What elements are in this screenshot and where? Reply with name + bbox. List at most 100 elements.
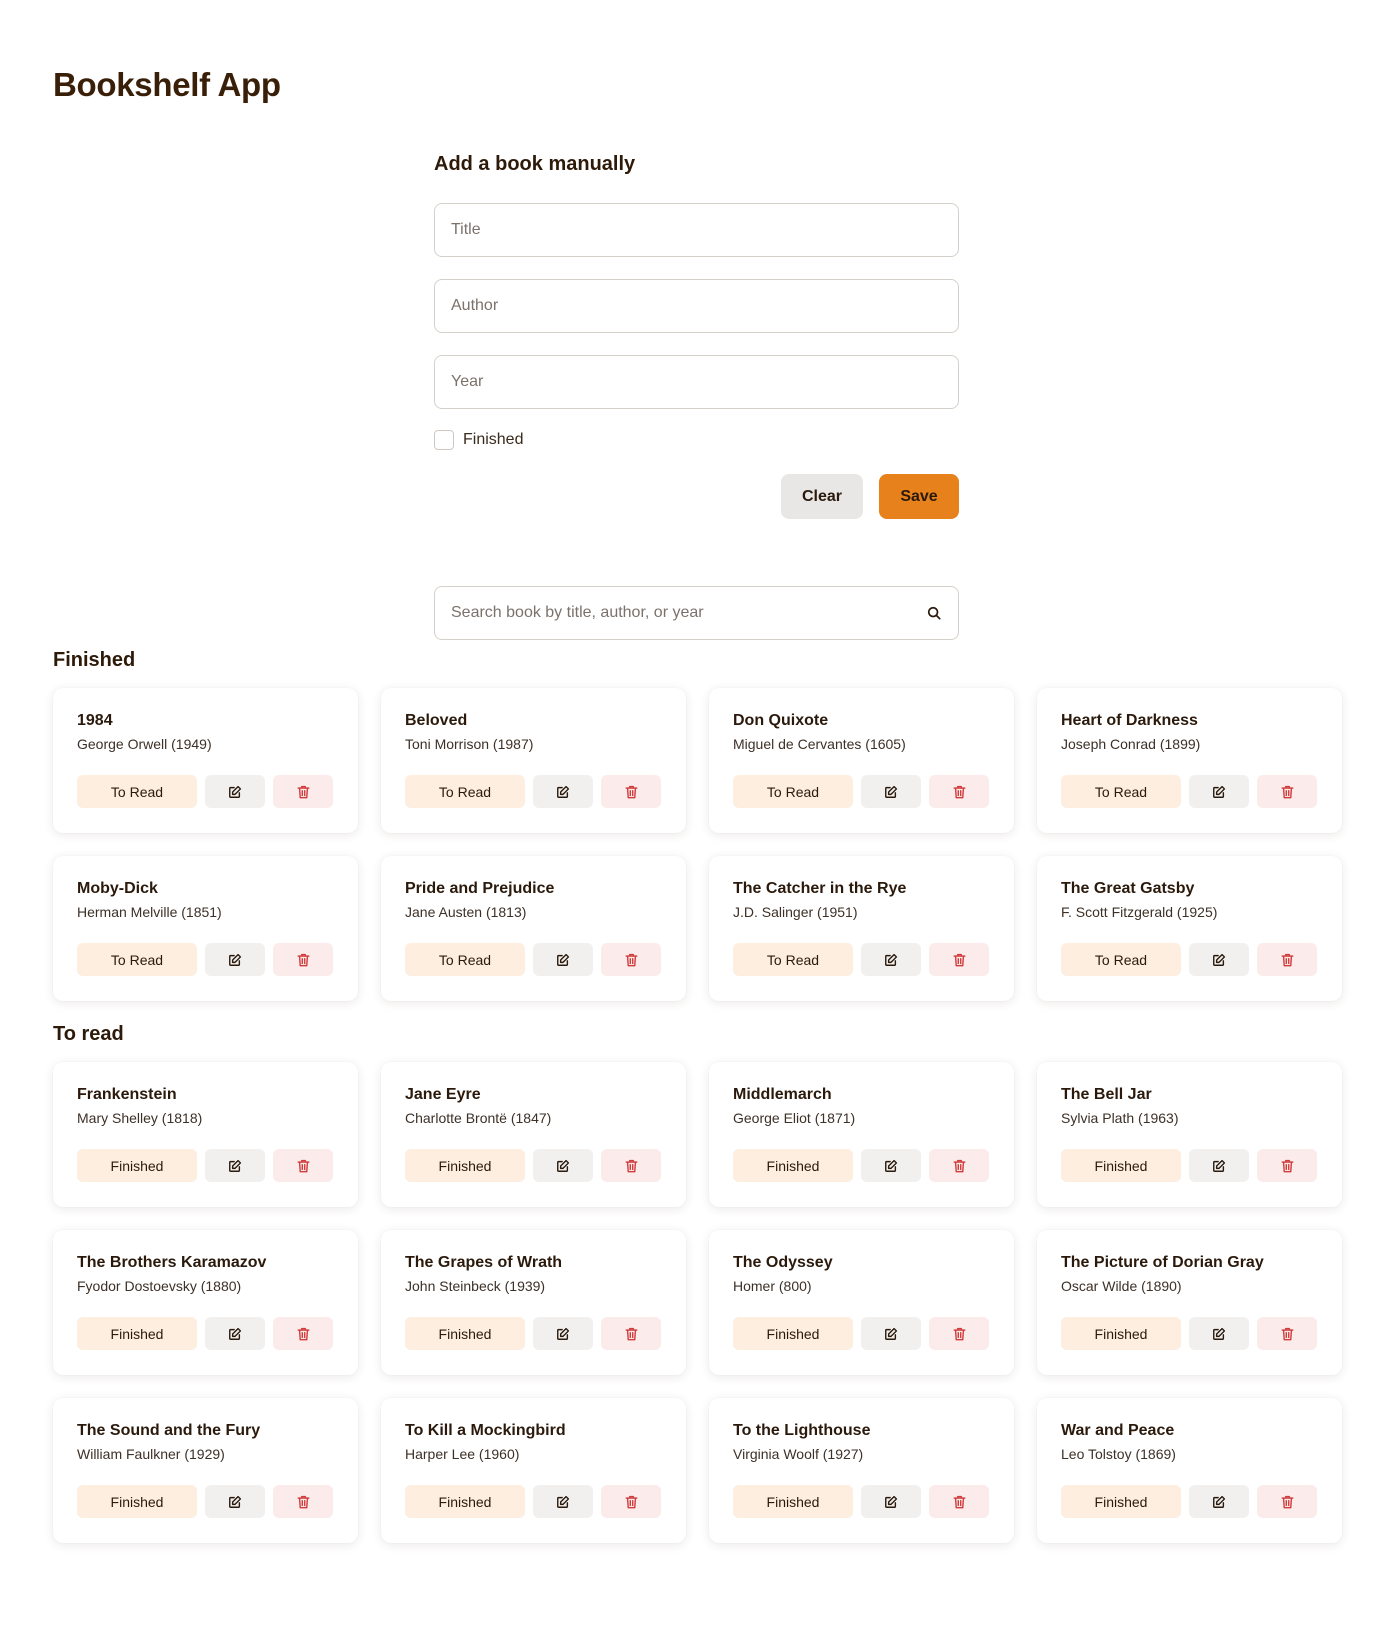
book-meta: F. Scott Fitzgerald (1925): [1061, 904, 1218, 920]
move-status-button[interactable]: Finished: [733, 1317, 853, 1350]
delete-button[interactable]: [1257, 1485, 1317, 1518]
move-status-button[interactable]: To Read: [733, 775, 853, 808]
edit-button[interactable]: [205, 943, 265, 976]
move-status-button[interactable]: Finished: [733, 1149, 853, 1182]
book-actions: Finished: [1061, 1317, 1317, 1350]
edit-button[interactable]: [1189, 1485, 1249, 1518]
edit-button[interactable]: [205, 1485, 265, 1518]
move-status-button[interactable]: To Read: [733, 943, 853, 976]
delete-button[interactable]: [1257, 1149, 1317, 1182]
move-status-button[interactable]: Finished: [1061, 1485, 1181, 1518]
book-meta: Herman Melville (1851): [77, 904, 222, 920]
move-status-button[interactable]: Finished: [733, 1485, 853, 1518]
delete-button[interactable]: [1257, 943, 1317, 976]
book-card: To Kill a Mockingbird Harper Lee (1960) …: [381, 1398, 686, 1543]
delete-button[interactable]: [601, 1149, 661, 1182]
edit-button[interactable]: [533, 943, 593, 976]
finished-checkbox[interactable]: [434, 430, 454, 450]
move-status-button[interactable]: Finished: [405, 1485, 525, 1518]
book-actions: Finished: [405, 1149, 661, 1182]
edit-button[interactable]: [533, 1317, 593, 1350]
trash-icon: [297, 1327, 309, 1340]
book-card: The Catcher in the Rye J.D. Salinger (19…: [709, 856, 1014, 1001]
edit-button[interactable]: [1189, 775, 1249, 808]
edit-icon: [1213, 785, 1226, 798]
move-status-button[interactable]: Finished: [77, 1317, 197, 1350]
edit-button[interactable]: [861, 775, 921, 808]
clear-button[interactable]: Clear: [781, 474, 863, 519]
book-title: The Bell Jar: [1061, 1086, 1152, 1103]
search-bar[interactable]: [434, 586, 959, 640]
edit-button[interactable]: [1189, 1317, 1249, 1350]
edit-button[interactable]: [861, 1485, 921, 1518]
delete-button[interactable]: [601, 1317, 661, 1350]
move-status-button[interactable]: To Read: [1061, 943, 1181, 976]
edit-button[interactable]: [533, 1485, 593, 1518]
book-title: The Picture of Dorian Gray: [1061, 1254, 1264, 1271]
move-status-button[interactable]: Finished: [1061, 1317, 1181, 1350]
move-status-button[interactable]: Finished: [1061, 1149, 1181, 1182]
book-actions: Finished: [77, 1149, 333, 1182]
delete-button[interactable]: [273, 1149, 333, 1182]
save-button[interactable]: Save: [879, 474, 959, 519]
delete-button[interactable]: [273, 775, 333, 808]
edit-button[interactable]: [533, 1149, 593, 1182]
finished-checkbox-row[interactable]: Finished: [434, 429, 959, 451]
delete-button[interactable]: [1257, 775, 1317, 808]
delete-button[interactable]: [929, 775, 989, 808]
delete-button[interactable]: [273, 943, 333, 976]
search-icon[interactable]: [926, 605, 942, 621]
delete-button[interactable]: [273, 1317, 333, 1350]
year-field[interactable]: [434, 355, 959, 409]
search-input[interactable]: [451, 604, 926, 622]
title-input[interactable]: [451, 221, 958, 239]
move-status-button[interactable]: Finished: [405, 1317, 525, 1350]
author-field[interactable]: [434, 279, 959, 333]
book-title: Beloved: [405, 712, 468, 729]
edit-button[interactable]: [861, 1149, 921, 1182]
book-title: 1984: [77, 712, 113, 729]
delete-button[interactable]: [1257, 1317, 1317, 1350]
move-status-button[interactable]: To Read: [77, 943, 197, 976]
delete-button[interactable]: [929, 1149, 989, 1182]
edit-button[interactable]: [533, 775, 593, 808]
move-status-button[interactable]: Finished: [77, 1485, 197, 1518]
year-input[interactable]: [451, 373, 958, 391]
delete-button[interactable]: [601, 775, 661, 808]
book-meta: Homer (800): [733, 1278, 812, 1294]
app-title: Bookshelf App: [53, 66, 281, 103]
move-status-button[interactable]: To Read: [1061, 775, 1181, 808]
delete-button[interactable]: [601, 943, 661, 976]
trash-icon: [1281, 1159, 1293, 1172]
book-card: Moby-Dick Herman Melville (1851) To Read: [53, 856, 358, 1001]
book-title: Middlemarch: [733, 1086, 832, 1103]
edit-button[interactable]: [205, 775, 265, 808]
book-meta: Miguel de Cervantes (1605): [733, 736, 906, 752]
book-meta: Sylvia Plath (1963): [1061, 1110, 1179, 1126]
edit-button[interactable]: [205, 1149, 265, 1182]
title-field[interactable]: [434, 203, 959, 257]
edit-icon: [557, 1327, 570, 1340]
move-status-button[interactable]: To Read: [77, 775, 197, 808]
book-title: The Brothers Karamazov: [77, 1254, 267, 1271]
author-input[interactable]: [451, 297, 958, 315]
edit-button[interactable]: [861, 1317, 921, 1350]
delete-button[interactable]: [273, 1485, 333, 1518]
delete-button[interactable]: [929, 943, 989, 976]
book-card: Heart of Darkness Joseph Conrad (1899) T…: [1037, 688, 1342, 833]
delete-button[interactable]: [929, 1485, 989, 1518]
trash-icon: [625, 785, 637, 798]
edit-button[interactable]: [861, 943, 921, 976]
move-status-button[interactable]: Finished: [77, 1149, 197, 1182]
edit-button[interactable]: [1189, 943, 1249, 976]
book-actions: Finished: [733, 1317, 989, 1350]
move-status-button[interactable]: To Read: [405, 943, 525, 976]
move-status-button[interactable]: Finished: [405, 1149, 525, 1182]
edit-button[interactable]: [1189, 1149, 1249, 1182]
move-status-button[interactable]: To Read: [405, 775, 525, 808]
edit-button[interactable]: [205, 1317, 265, 1350]
book-meta: Mary Shelley (1818): [77, 1110, 203, 1126]
delete-button[interactable]: [929, 1317, 989, 1350]
book-card: The Brothers Karamazov Fyodor Dostoevsky…: [53, 1230, 358, 1375]
delete-button[interactable]: [601, 1485, 661, 1518]
